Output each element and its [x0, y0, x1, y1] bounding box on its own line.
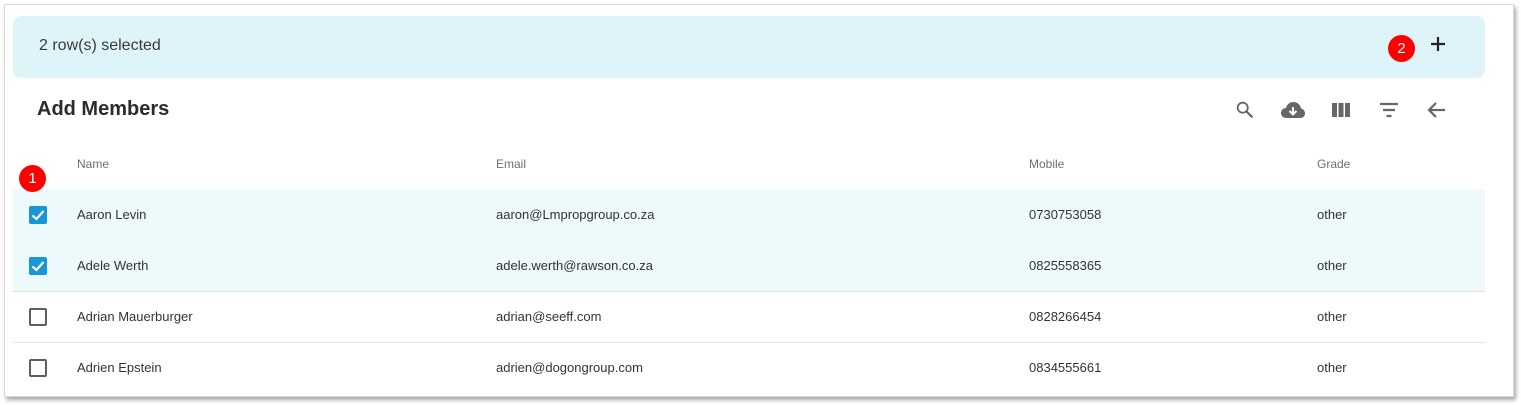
- column-header-email[interactable]: Email: [496, 157, 526, 171]
- view-column-icon: [1332, 103, 1350, 117]
- cell-name: Adrian Mauerburger: [77, 309, 193, 324]
- row-checkbox[interactable]: [29, 257, 47, 275]
- cell-mobile: 0834555661: [1029, 360, 1102, 375]
- cell-name: Adrien Epstein: [77, 360, 162, 375]
- column-header-grade[interactable]: Grade: [1317, 157, 1350, 171]
- annotation-marker-2: 2: [1388, 35, 1415, 62]
- table-row[interactable]: Adele Werth adele.werth@rawson.co.za 082…: [13, 240, 1485, 292]
- search-button[interactable]: [1232, 97, 1258, 123]
- arrow-back-icon: [1427, 102, 1445, 118]
- cell-mobile: 0828266454: [1029, 309, 1102, 324]
- search-icon: [1236, 101, 1254, 119]
- add-button[interactable]: [1427, 33, 1449, 55]
- page-title: Add Members: [37, 98, 170, 120]
- back-button[interactable]: [1424, 97, 1450, 123]
- check-icon: [31, 210, 45, 221]
- annotation-marker-1: 1: [19, 165, 46, 192]
- filter-icon: [1380, 102, 1398, 118]
- cell-email: adrian@seeff.com: [496, 309, 602, 324]
- cell-grade: other: [1317, 258, 1347, 273]
- table-row[interactable]: Aaron Levin aaron@Lmpropgroup.co.za 0730…: [13, 189, 1485, 241]
- column-header-mobile[interactable]: Mobile: [1029, 157, 1064, 171]
- download-button[interactable]: [1280, 97, 1306, 123]
- plus-icon: [1431, 37, 1445, 51]
- cell-name: Adele Werth: [77, 258, 149, 273]
- cell-grade: other: [1317, 207, 1347, 222]
- cell-mobile: 0825558365: [1029, 258, 1102, 273]
- cell-name: Aaron Levin: [77, 207, 147, 222]
- cell-mobile: 0730753058: [1029, 207, 1102, 222]
- row-checkbox[interactable]: [29, 308, 47, 326]
- table-row[interactable]: Adrien Epstein adrien@dogongroup.com 083…: [13, 342, 1485, 393]
- row-checkbox[interactable]: [29, 359, 47, 377]
- filter-button[interactable]: [1376, 97, 1402, 123]
- cell-email: aaron@Lmpropgroup.co.za: [496, 207, 655, 222]
- selection-toolbar: 2 row(s) selected: [13, 16, 1485, 78]
- column-header-name[interactable]: Name: [77, 157, 109, 171]
- cell-grade: other: [1317, 360, 1347, 375]
- cell-email: adele.werth@rawson.co.za: [496, 258, 653, 273]
- cloud-download-icon: [1281, 102, 1305, 118]
- table-row[interactable]: Adrian Mauerburger adrian@seeff.com 0828…: [13, 291, 1485, 343]
- view-columns-button[interactable]: [1328, 97, 1354, 123]
- selection-count: 2 row(s) selected: [39, 37, 161, 54]
- cell-grade: other: [1317, 309, 1347, 324]
- row-checkbox[interactable]: [29, 206, 47, 224]
- check-icon: [31, 261, 45, 272]
- cell-email: adrien@dogongroup.com: [496, 360, 643, 375]
